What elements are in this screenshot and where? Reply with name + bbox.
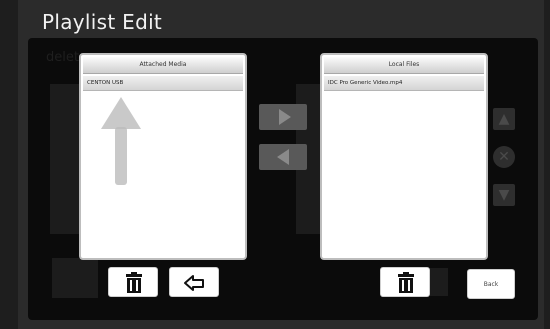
- attached-media-panel: Attached Media CENTON USB: [79, 53, 247, 260]
- triangle-up-icon: ▲: [498, 111, 510, 127]
- background-button: [52, 258, 98, 298]
- local-files-item[interactable]: IDC Pro Generic Video.mp4: [324, 76, 484, 91]
- return-arrow-icon: [184, 275, 204, 291]
- up-arrow-icon: [101, 97, 141, 185]
- undo-button[interactable]: [169, 267, 219, 297]
- close-circle-icon: ✕: [498, 149, 510, 165]
- triangle-right-icon: [279, 109, 291, 125]
- move-to-local-button[interactable]: [259, 104, 307, 130]
- move-down-button[interactable]: ▼: [493, 184, 515, 206]
- local-files-header: Local Files: [324, 57, 484, 74]
- move-to-attached-button[interactable]: [259, 144, 307, 170]
- trash-icon: [398, 272, 414, 293]
- attached-media-header: Attached Media: [83, 57, 243, 74]
- back-button-label: Back: [483, 280, 499, 288]
- trash-icon: [126, 272, 142, 293]
- local-files-panel: Local Files IDC Pro Generic Video.mp4: [320, 53, 488, 260]
- attached-media-item[interactable]: CENTON USB: [83, 76, 243, 91]
- back-button[interactable]: Back: [467, 269, 515, 299]
- delete-local-button[interactable]: [380, 267, 430, 297]
- page-title: Playlist Edit: [42, 10, 163, 34]
- triangle-left-icon: [277, 149, 289, 165]
- move-up-button[interactable]: ▲: [493, 108, 515, 130]
- background-list: [50, 84, 80, 234]
- background-button-right: [430, 268, 448, 296]
- delete-attached-button[interactable]: [108, 267, 158, 297]
- triangle-down-icon: ▼: [498, 187, 510, 203]
- remove-button[interactable]: ✕: [493, 146, 515, 168]
